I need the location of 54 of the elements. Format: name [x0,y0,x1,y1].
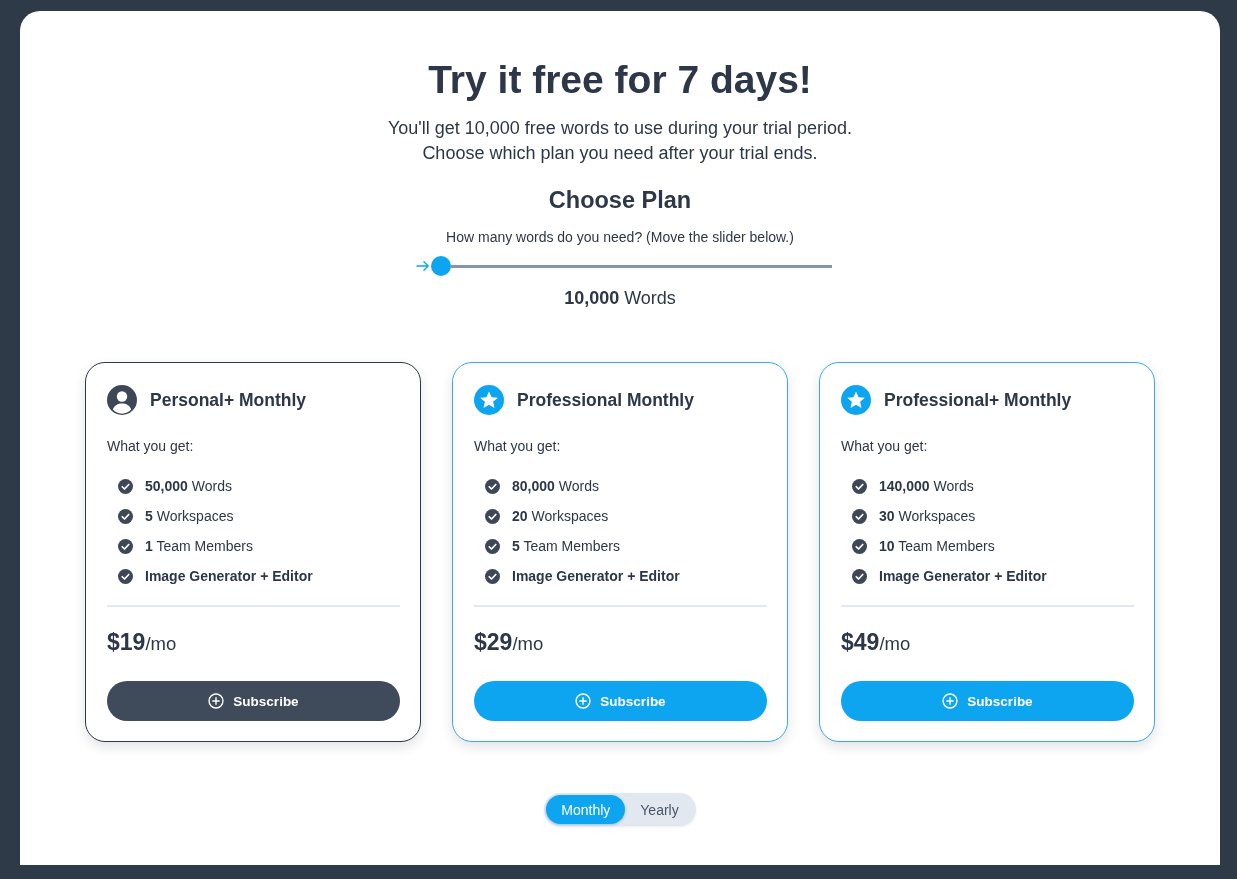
feature-text: Image Generator + Editor [879,568,1047,584]
features-heading: What you get: [841,437,928,456]
check-circle-icon [485,538,500,554]
check-circle-icon [485,478,500,494]
feature-text: 5 Workspaces [145,508,234,524]
plan-name: Professional Monthly [517,389,694,412]
feature-text: Image Generator + Editor [512,568,680,584]
person-icon [107,385,137,415]
plan-name: Personal+ Monthly [150,389,307,412]
price-amount: $29 [474,629,513,656]
check-circle-icon [852,478,867,494]
feature-text: 140,000 Words [879,478,974,494]
subscribe-button[interactable]: Subscribe [474,681,767,721]
check-circle-icon [118,508,133,524]
feature-text: Image Generator + Editor [145,568,313,584]
price-amount: $19 [107,629,146,656]
plus-circle-icon [575,693,592,709]
features-heading: What you get: [474,437,561,456]
arrow-right-icon [416,259,430,273]
feature-text: 5 Team Members [512,538,620,554]
subtitle-text: You'll get 10,000 free words to use during your trial period. [387,117,853,140]
price-period: /mo [145,633,177,655]
check-circle-icon [852,538,867,554]
check-circle-icon [852,568,867,584]
slider-question: How many words do you need? (Move the slider below.) [446,228,794,247]
subtitle-text: Choose which plan you need after your trial ends. [422,142,818,165]
plus-circle-icon [942,693,959,709]
page-title: Try it free for 7 days! [428,57,812,103]
check-circle-icon [118,478,133,494]
features-heading: What you get: [107,437,194,456]
price-period: /mo [512,633,544,655]
subscribe-button[interactable]: Subscribe [107,681,400,721]
feature-text: 50,000 Words [145,478,232,494]
feature-text: 20 Workspaces [512,508,609,524]
feature-text: 30 Workspaces [879,508,976,524]
section-heading: Choose Plan [548,186,692,215]
check-circle-icon [485,568,500,584]
slider-track[interactable] [431,256,832,276]
price-period: /mo [879,633,911,655]
billing-option[interactable]: Yearly [625,795,694,824]
word-count-reading: 10,000 Words [564,287,676,310]
billing-option[interactable]: Monthly [546,795,626,824]
subscribe-button[interactable]: Subscribe [841,681,1134,721]
price-amount: $49 [841,629,880,656]
slider-thumb[interactable] [431,256,451,276]
check-circle-icon [118,538,133,554]
feature-text: 10 Team Members [879,538,995,554]
plan-name: Professional+ Monthly [884,389,1072,412]
feature-text: 80,000 Words [512,478,599,494]
plus-circle-icon [208,693,225,709]
check-circle-icon [485,508,500,524]
check-circle-icon [852,508,867,524]
feature-text: 1 Team Members [145,538,253,554]
check-circle-icon [118,568,133,584]
